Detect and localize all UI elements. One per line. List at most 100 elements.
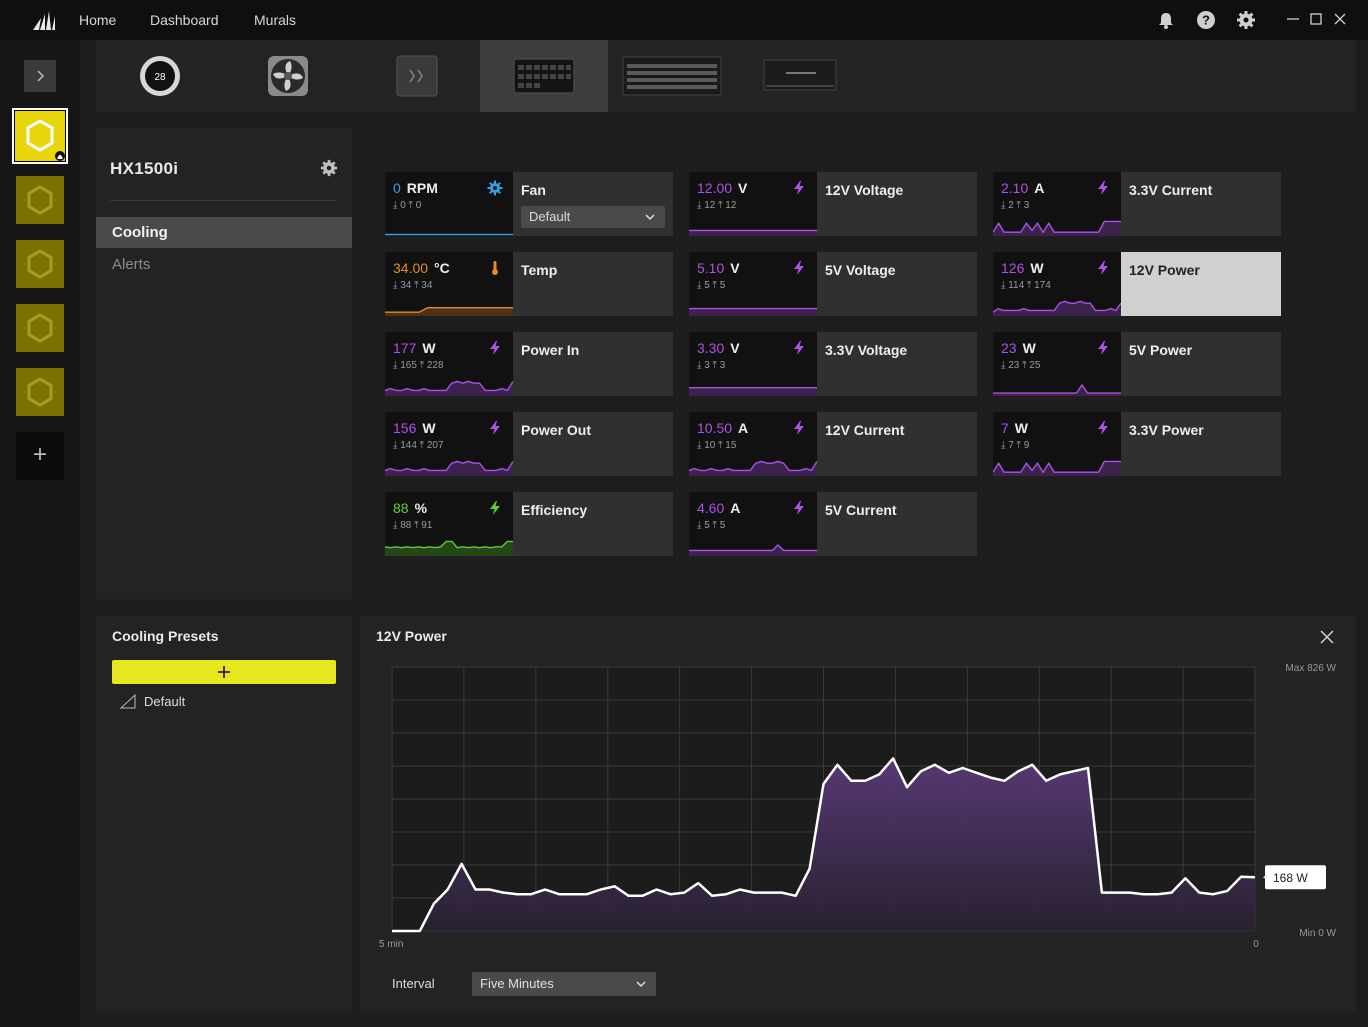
bolt-icon (490, 501, 500, 515)
sensor-value-number: 10.50 (697, 420, 733, 436)
svg-text:28: 28 (154, 72, 166, 83)
sensor-tile-5v-voltage[interactable]: 5.10 V ⤓ 5 ⤒ 5 5V Voltage (689, 252, 977, 316)
svg-text:?: ? (1202, 13, 1210, 28)
bolt-icon (1098, 261, 1108, 275)
help-icon[interactable]: ? (1196, 10, 1216, 30)
maximize-icon[interactable] (1309, 12, 1323, 26)
sensor-value-number: 12.00 (697, 180, 733, 196)
gear-icon (487, 180, 503, 196)
sensor-tile-5v-power[interactable]: 23 W ⤓ 23 ⤒ 25 5V Power (993, 332, 1281, 396)
sensor-graph: 10.50 A ⤓ 10 ⤒ 15 (689, 412, 817, 476)
add-device-button[interactable]: + (16, 432, 64, 480)
sensor-tile-fan[interactable]: 0 RPM ⤓ 0 ⤒ 0 Fan Default (385, 172, 673, 236)
sensor-value-number: 2.10 (1001, 180, 1029, 196)
sparkline (689, 460, 817, 476)
menu-alerts[interactable]: Alerts (96, 249, 352, 280)
x-end-label: 0 (1253, 939, 1259, 950)
sensor-label: 12V Voltage (825, 182, 904, 198)
round-lcd-device-icon: 28 (140, 56, 180, 96)
sensor-label: 5V Power (1129, 342, 1193, 358)
sensor-label: 3.3V Voltage (825, 342, 908, 358)
sparkline (385, 460, 513, 476)
sensor-tile-12v-voltage[interactable]: 12.00 V ⤓ 12 ⤒ 12 12V Voltage (689, 172, 977, 236)
bolt-icon (794, 421, 804, 435)
preset-default[interactable]: Default (120, 692, 320, 712)
sensor-unit: A (730, 500, 741, 516)
sparkline (993, 460, 1121, 476)
rail-device-2[interactable] (16, 176, 64, 224)
device-fan[interactable] (224, 40, 352, 112)
bolt-icon (1098, 341, 1108, 355)
curve-icon (120, 694, 136, 709)
bolt-icon (1098, 181, 1108, 195)
device-settings-icon[interactable] (320, 159, 338, 177)
sensor-tile-temp[interactable]: 34.00 °C ⤓ 34 ⤒ 34 Temp (385, 252, 673, 316)
current-value-callout: 168 W (1263, 865, 1326, 890)
sensor-label-area: Fan Default (513, 172, 673, 236)
sensor-label-area: 12V Power (1121, 252, 1281, 316)
sensor-unit: % (414, 500, 428, 516)
sparkline (993, 383, 1121, 396)
sensor-tile-power-in[interactable]: 177 W ⤓ 165 ⤒ 228 Power In (385, 332, 673, 396)
rail-device-4[interactable] (16, 304, 64, 352)
sensor-value: 12.00 V (697, 180, 747, 196)
sensor-tile-3v3-current[interactable]: 2.10 A ⤓ 2 ⤒ 3 3.3V Current (993, 172, 1281, 236)
expand-rail-button[interactable] (24, 60, 56, 92)
sensor-tile-power-out[interactable]: 156 W ⤓ 144 ⤒ 207 Power Out (385, 412, 673, 476)
sensor-tile-12v-power[interactable]: 126 W ⤓ 114 ⤒ 174 12V Power (993, 252, 1281, 316)
sensor-tile-12v-current[interactable]: 10.50 A ⤓ 10 ⤒ 15 12V Current (689, 412, 977, 476)
sensor-unit: RPM (406, 180, 438, 196)
nav-home[interactable]: Home (79, 12, 116, 28)
bolt-icon (794, 261, 804, 275)
y-max-label: Max 826 W (1285, 663, 1336, 674)
rail-device-5[interactable] (16, 368, 64, 416)
psu-device-icon (513, 58, 575, 94)
device-keyboard[interactable] (608, 40, 736, 112)
close-icon[interactable] (1333, 12, 1347, 26)
device-selector-bar: 28 (96, 40, 1356, 112)
sparkline (385, 380, 513, 396)
top-bar: Home Dashboard Murals ? (0, 0, 1368, 40)
sensor-graph: 177 W ⤓ 165 ⤒ 228 (385, 332, 513, 396)
sensor-label-area: 5V Current (817, 492, 977, 556)
sensor-value-number: 23 (1001, 340, 1017, 356)
sensor-graph: 3.30 V ⤓ 3 ⤒ 3 (689, 332, 817, 396)
sensor-label: 12V Power (1129, 262, 1200, 278)
interval-select[interactable]: Five Minutes (472, 972, 656, 996)
bell-icon[interactable] (1156, 10, 1176, 30)
device-hub[interactable] (352, 40, 480, 112)
gear-icon[interactable] (1236, 10, 1256, 30)
hexagon-icon (27, 313, 53, 343)
sensor-tile-efficiency[interactable]: 88% ⤓ 88 ⤒ 91 Efficiency (385, 492, 673, 556)
bolt-icon (794, 501, 804, 515)
current-value-label: 168 W (1273, 871, 1308, 885)
add-preset-button[interactable] (112, 660, 336, 684)
sensor-value-number: 4.60 (697, 500, 725, 516)
minimize-icon[interactable] (1286, 12, 1300, 26)
sensor-label-area: 12V Voltage (817, 172, 977, 236)
rail-device-1[interactable] (12, 108, 68, 164)
sensor-unit: W (1014, 420, 1029, 436)
device-title: HX1500i (110, 159, 179, 178)
sensor-label: Power Out (521, 422, 592, 438)
device-memory[interactable] (736, 40, 864, 112)
rail-device-3[interactable] (16, 240, 64, 288)
device-psu[interactable] (480, 40, 608, 112)
device-lcd-cooler[interactable]: 28 (96, 40, 224, 112)
nav-dashboard[interactable]: Dashboard (150, 12, 219, 28)
sensor-graph: 0 RPM ⤓ 0 ⤒ 0 (385, 172, 513, 236)
chevron-down-icon (645, 214, 655, 221)
sensor-unit: W (422, 420, 436, 436)
sensor-tile-3v3-power[interactable]: 7 W ⤓ 7 ⤒ 9 3.3V Power (993, 412, 1281, 476)
plus-icon (218, 666, 230, 678)
nav-murals[interactable]: Murals (254, 12, 296, 28)
sparkline (385, 540, 513, 556)
sensor-tile-5v-current[interactable]: 4.60 A ⤓ 5 ⤒ 5 5V Current (689, 492, 977, 556)
sensor-label-area: Efficiency (513, 492, 673, 556)
sensor-value: 7W (1001, 420, 1028, 436)
fan-profile-select[interactable]: Default (521, 206, 665, 228)
sensor-graph: 12.00 V ⤓ 12 ⤒ 12 (689, 172, 817, 236)
sensor-tile-3v3-voltage[interactable]: 3.30 V ⤓ 3 ⤒ 3 3.3V Voltage (689, 332, 977, 396)
corsair-logo-icon[interactable] (31, 8, 57, 32)
menu-cooling[interactable]: Cooling (96, 217, 352, 248)
